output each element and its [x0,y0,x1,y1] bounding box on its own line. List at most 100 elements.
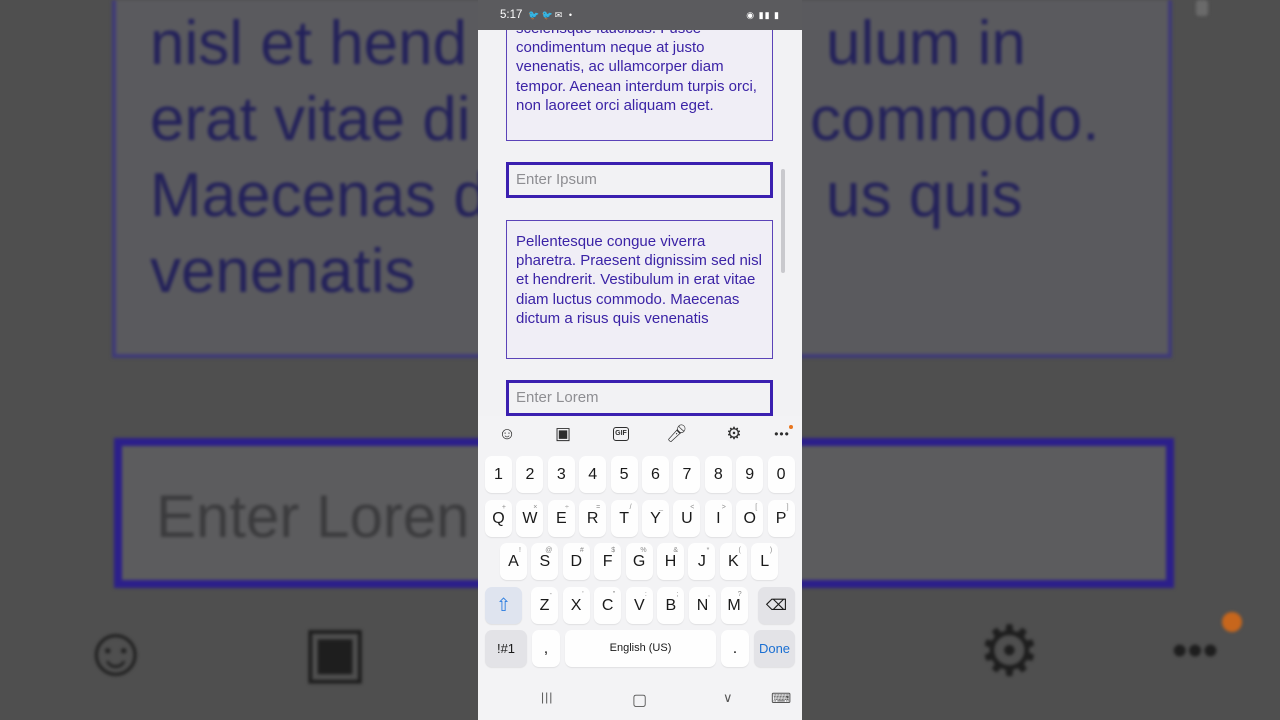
key-symbol-hint: = [596,504,601,511]
key-symbol-hint: $ [611,547,616,554]
key-6[interactable]: 6 [642,456,669,493]
key-b[interactable]: B; [657,587,685,624]
key-label: A [508,553,519,570]
key-2[interactable]: 2 [516,456,544,493]
key-j[interactable]: J * [688,543,716,580]
shift-key[interactable]: ⇧ [485,587,522,624]
navigation-bar: ||| ▢ ∨ ⌨ [478,682,802,720]
key-label: Z [539,597,550,614]
key-a[interactable]: A! [500,543,527,580]
key-f[interactable]: F $ [594,543,622,580]
key-s[interactable]: S @ [531,543,559,580]
key-label: X [570,597,582,614]
key-m[interactable]: M? [720,587,748,624]
background-sticker-icon: ▣ [302,612,369,690]
lorem-input[interactable]: Enter Lorem [506,380,773,416]
key-4[interactable]: 4 [579,456,607,493]
recents-button[interactable]: ||| [541,690,553,704]
key-symbol-hint: % [640,547,647,554]
scroll-content[interactable]: scelerisque faucibus. Fusce condimentum … [478,30,802,416]
key-0[interactable]: 0 [767,456,795,493]
key-label: L [760,553,770,570]
background-line-right-2: commodo. [810,85,1100,154]
key-n[interactable]: N, [689,587,716,624]
background-line-1: nisl et hend [150,9,468,78]
key-symbol-hint: & [673,547,678,554]
key-symbol-hint: ) [769,547,773,554]
key-symbol-hint: × [533,504,538,511]
backspace-key[interactable]: ⌫ [758,587,795,624]
key-label: N [696,597,709,614]
key-d[interactable]: D # [562,543,590,580]
key-label: T [619,510,629,527]
key-h[interactable]: H & [657,543,684,580]
key-symbol-hint: ; [676,591,679,598]
emoji-icon[interactable]: ☺ [494,422,520,446]
back-button[interactable]: ∨ [723,690,733,706]
key-g[interactable]: G% [625,543,653,580]
home-button[interactable]: ▢ [632,690,647,710]
key-3[interactable]: 3 [547,456,575,493]
key-symbol-hint: / [629,504,632,511]
key-symbol-hint: " [612,591,616,598]
key-symbol-hint: - [549,591,552,598]
background-input-placeholder: Enter Loren [156,483,470,550]
background-line-right-3: us quis [826,161,1023,230]
mic-icon[interactable]: 🎤︎ [664,422,690,446]
scrollbar[interactable] [781,169,785,273]
space-key[interactable]: English (US) [565,630,716,667]
ipsum-input[interactable]: Enter Ipsum [506,162,773,198]
key-symbol-hint: _ [659,504,663,511]
key-label: V [633,597,645,614]
key-symbol-hint: ' [582,591,584,598]
key-5[interactable]: 5 [610,456,638,493]
key-v[interactable]: V: [625,587,653,624]
key-symbol-hint: : [644,591,647,598]
key-z[interactable]: Z- [531,587,558,624]
key-symbol-hint: + [501,504,506,511]
settings-icon[interactable]: ⚙ [721,422,747,446]
key-k[interactable]: K( [719,543,747,580]
key-symbol-hint: ? [737,591,742,598]
key-c[interactable]: C " [594,587,622,624]
background-more-icon: ••• [1172,626,1219,675]
key-l[interactable]: L) [751,543,779,580]
background-line-2: erat vitae di [150,85,471,154]
key-1[interactable]: 1 [485,456,512,493]
key-label: P [775,510,787,527]
key-label: B [665,597,677,614]
keyboard: ☺ ▣ GIF 🎤︎ ⚙ ••• 1234567890 Q + W × E ÷ R = T / Y _… [478,416,802,720]
key-x[interactable]: X ' [562,587,590,624]
gif-icon[interactable]: GIF [613,427,629,441]
period-key[interactable]: . [721,630,749,667]
background-scrollbar [1196,0,1208,16]
key-symbol-hint: ( [738,547,741,554]
background-line-4: venenatis [150,237,416,306]
background-line-3: Maecenas d [150,161,488,230]
notification-icons: 🐦🐦✉ • [528,9,574,20]
key-symbol-hint: @ [545,547,553,554]
key-symbol-hint: ÷ [564,504,569,511]
key-label: O [743,510,756,527]
background-line-right-1: ulum in [826,9,1026,78]
key-7[interactable]: 7 [673,456,701,493]
background-emoji-icon: ☺ [80,612,152,690]
done-key[interactable]: Done [754,630,795,667]
key-8[interactable]: 8 [704,456,732,493]
paragraph-box-2: Pellentesque congue viverra pharetra. Pr… [506,220,773,359]
status-time: 5:17 [500,9,523,21]
symbols-key[interactable]: !#1 [485,630,527,667]
notification-dot [789,425,793,429]
sticker-icon[interactable]: ▣ [550,422,576,446]
key-symbol-hint: ] [786,504,789,511]
keyboard-switch-icon[interactable]: ⌨ [771,690,791,707]
key-symbol-hint: , [708,591,710,598]
paragraph-box-1: scelerisque faucibus. Fusce condimentum … [506,30,773,141]
key-symbol-hint: ! [519,547,521,554]
key-symbol-hint: * [706,547,710,554]
comma-key[interactable]: , [532,630,560,667]
status-bar: 5:17 🐦🐦✉ • ◉ ▮▮ ▮ [478,0,802,30]
key-q[interactable]: Q + [485,500,512,537]
key-9[interactable]: 9 [736,456,764,493]
background-notification-dot [1222,612,1242,632]
